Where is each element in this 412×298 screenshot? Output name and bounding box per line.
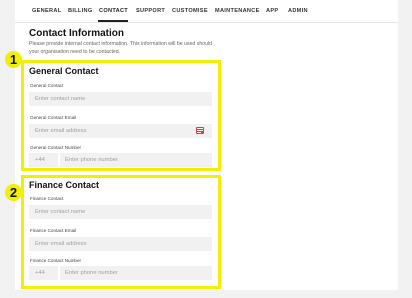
top-nav: GENERAL BILLING CONTACT SUPPORT CUSTOMIS… (15, 0, 398, 23)
page-title: Contact Information (29, 28, 124, 39)
general-contact-email-input[interactable]: Enter email address (29, 124, 212, 138)
finance-contact-email-label: Finance Contact Email (30, 228, 77, 233)
phone-field-divider (58, 153, 60, 167)
finance-contact-email-placeholder: Enter email address (35, 241, 87, 247)
finance-phone-placeholder: Enter phone number (65, 270, 118, 276)
general-contact-number-label: General Contact Number (30, 145, 82, 150)
finance-contact-number-label: Finance Contact Number (30, 258, 82, 263)
general-contact-name-input[interactable]: Enter contact name (29, 92, 212, 106)
active-tab-underline (98, 20, 128, 22)
general-contact-number-input[interactable]: +44 Enter phone number (29, 153, 212, 167)
general-phone-country-code[interactable]: +44 (35, 157, 45, 163)
nav-tab-admin[interactable]: ADMIN (288, 8, 308, 14)
nav-tab-customise[interactable]: CUSTOMISE (172, 8, 208, 14)
annotation-badge-2: 2 (5, 184, 22, 201)
general-contact-name-label: General Contact (30, 83, 64, 88)
nav-tab-contact[interactable]: CONTACT (99, 8, 128, 14)
finance-contact-title: Finance Contact (29, 180, 100, 190)
general-contact-title: General Contact (29, 66, 99, 76)
finance-contact-email-input[interactable]: Enter email address (29, 237, 212, 251)
nav-tab-billing[interactable]: BILLING (68, 8, 92, 14)
general-contact-email-placeholder: Enter email address (35, 128, 87, 134)
general-phone-placeholder: Enter phone number (65, 157, 118, 163)
nav-tab-support[interactable]: SUPPORT (136, 8, 165, 14)
finance-contact-name-input[interactable]: Enter contact name (29, 205, 212, 219)
nav-tab-maintenance[interactable]: MAINTENANCE (215, 8, 260, 14)
annotation-badge-1: 1 (5, 51, 22, 68)
finance-contact-name-label: Finance Contact (30, 196, 64, 201)
finance-contact-number-input[interactable]: +44 Enter phone number (29, 266, 212, 280)
finance-contact-name-placeholder: Enter contact name (35, 209, 86, 215)
general-contact-name-placeholder: Enter contact name (35, 96, 86, 102)
finance-phone-country-code[interactable]: +44 (35, 270, 45, 276)
general-contact-email-label: General Contact Email (30, 115, 77, 120)
page-description: Please provide internal contact informat… (29, 41, 213, 55)
phone-field-divider (58, 266, 60, 280)
email-error-icon (196, 127, 204, 134)
nav-tab-app[interactable]: APP (266, 8, 278, 14)
nav-tab-general[interactable]: GENERAL (32, 8, 61, 14)
